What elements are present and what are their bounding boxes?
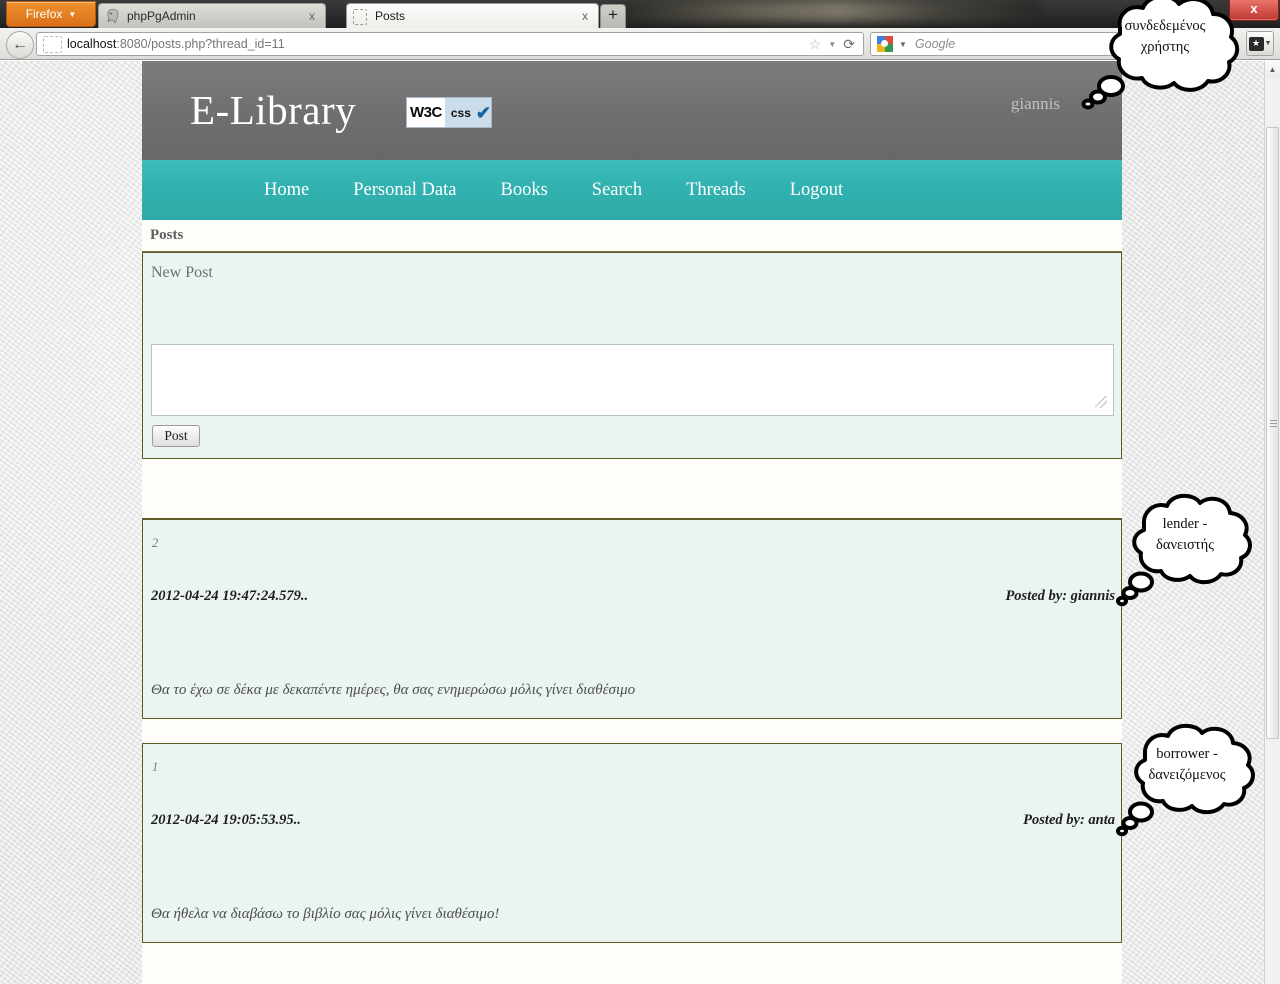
post-author: Posted by: giannis — [1005, 588, 1115, 604]
chevron-down-icon: ▼ — [1264, 40, 1272, 47]
close-icon[interactable]: x — [305, 9, 319, 23]
page-footer-space — [142, 943, 1122, 983]
section-separator — [142, 459, 1122, 519]
back-button[interactable]: ← — [6, 31, 34, 59]
post-card: 2 2012-04-24 19:47:24.579.. Posted by: g… — [142, 519, 1122, 719]
page-viewport: E-Library W3C css ✔ giannis Home Persona… — [0, 61, 1264, 984]
post-id: 2 — [152, 536, 159, 550]
page-scrollbar[interactable]: ▲ — [1264, 61, 1280, 984]
browser-window: Firefox ▼ phpPgAdmin x Posts x + x ← loc… — [0, 0, 1280, 984]
checkmark-icon: ✔ — [475, 102, 491, 123]
blank-page-icon — [353, 8, 369, 25]
site-identity-icon — [43, 35, 62, 53]
new-tab-button[interactable]: + — [600, 4, 626, 28]
firefox-app-button-label: Firefox — [25, 7, 63, 21]
elibrary-site: E-Library W3C css ✔ giannis Home Persona… — [142, 61, 1122, 984]
tab-posts[interactable]: Posts x — [346, 3, 599, 28]
post-submit-button[interactable]: Post — [152, 425, 200, 447]
nav-item-books[interactable]: Books — [478, 176, 569, 205]
post-body: Θα το έχω σε δέκα με δεκαπέντε ημέρες, θ… — [151, 682, 636, 698]
post-id: 1 — [152, 760, 159, 774]
close-icon[interactable]: x — [578, 9, 592, 23]
search-input[interactable]: Google — [907, 37, 955, 51]
url-path: :8080/posts.php?thread_id=11 — [116, 37, 285, 51]
url-host: localhost — [67, 37, 117, 51]
site-brand: E-Library — [190, 87, 357, 133]
w3c-css-validator-badge[interactable]: W3C css ✔ — [406, 97, 492, 128]
breadcrumb: Posts — [142, 220, 1122, 252]
address-bar[interactable]: localhost:8080/posts.php?thread_id=11 ☆ … — [36, 32, 864, 56]
post-date: 2012-04-24 19:05:53.95.. — [151, 812, 301, 828]
new-post-label: New Post — [151, 264, 213, 281]
reload-icon[interactable]: ⟳ — [843, 36, 855, 53]
annotation-bubble-borrower: borrower - δανειζόμενος — [1114, 720, 1260, 838]
scrollbar-thumb[interactable] — [1266, 127, 1279, 739]
postgres-elephant-icon — [105, 8, 121, 24]
chevron-down-icon[interactable]: ▼ — [896, 40, 907, 49]
nav-item-threads[interactable]: Threads — [664, 176, 768, 205]
google-icon — [877, 36, 893, 52]
page-title: Posts — [150, 227, 184, 243]
back-arrow-icon: ← — [12, 36, 28, 53]
logged-in-username: giannis — [1010, 94, 1060, 113]
post-gap — [142, 719, 1122, 743]
scrollbar-grip-icon — [1270, 420, 1277, 427]
new-post-form: New Post Post — [142, 252, 1122, 459]
desktop-backdrop-blur — [620, 0, 1040, 22]
tab-phppgadmin[interactable]: phpPgAdmin x — [98, 3, 326, 28]
nav-item-logout[interactable]: Logout — [768, 176, 865, 205]
address-bar-value: localhost:8080/posts.php?thread_id=11 — [67, 37, 809, 51]
tab-title: phpPgAdmin — [127, 9, 196, 23]
annotation-bubble-logged-in-user: συνδεδεμένος χρήστης — [1076, 0, 1254, 110]
nav-item-search[interactable]: Search — [570, 176, 664, 205]
site-navigation: Home Personal Data Books Search Threads … — [142, 160, 1122, 220]
new-post-textarea[interactable] — [151, 344, 1114, 416]
chevron-down-icon[interactable]: ▼ — [828, 40, 836, 49]
post-card: 1 2012-04-24 19:05:53.95.. Posted by: an… — [142, 743, 1122, 943]
post-author: Posted by: anta — [1023, 812, 1115, 828]
post-date: 2012-04-24 19:47:24.579.. — [151, 588, 309, 604]
w3c-badge-kind: css — [450, 105, 471, 120]
bookmark-star-icon[interactable]: ☆ — [809, 36, 822, 53]
post-body: Θα ήθελα να διαβάσω το βιβλίο σας μόλις … — [151, 906, 500, 922]
nav-item-home[interactable]: Home — [242, 176, 331, 205]
site-header: E-Library W3C css ✔ giannis — [142, 61, 1122, 160]
nav-item-personal-data[interactable]: Personal Data — [331, 176, 478, 205]
firefox-app-button[interactable]: Firefox ▼ — [6, 1, 96, 27]
w3c-logo-text: W3C — [407, 98, 445, 127]
tab-title: Posts — [375, 9, 406, 23]
annotation-bubble-lender: lender - δανειστής — [1114, 490, 1256, 608]
chevron-down-icon: ▼ — [68, 9, 77, 19]
scroll-up-arrow-icon[interactable]: ▲ — [1265, 61, 1280, 78]
